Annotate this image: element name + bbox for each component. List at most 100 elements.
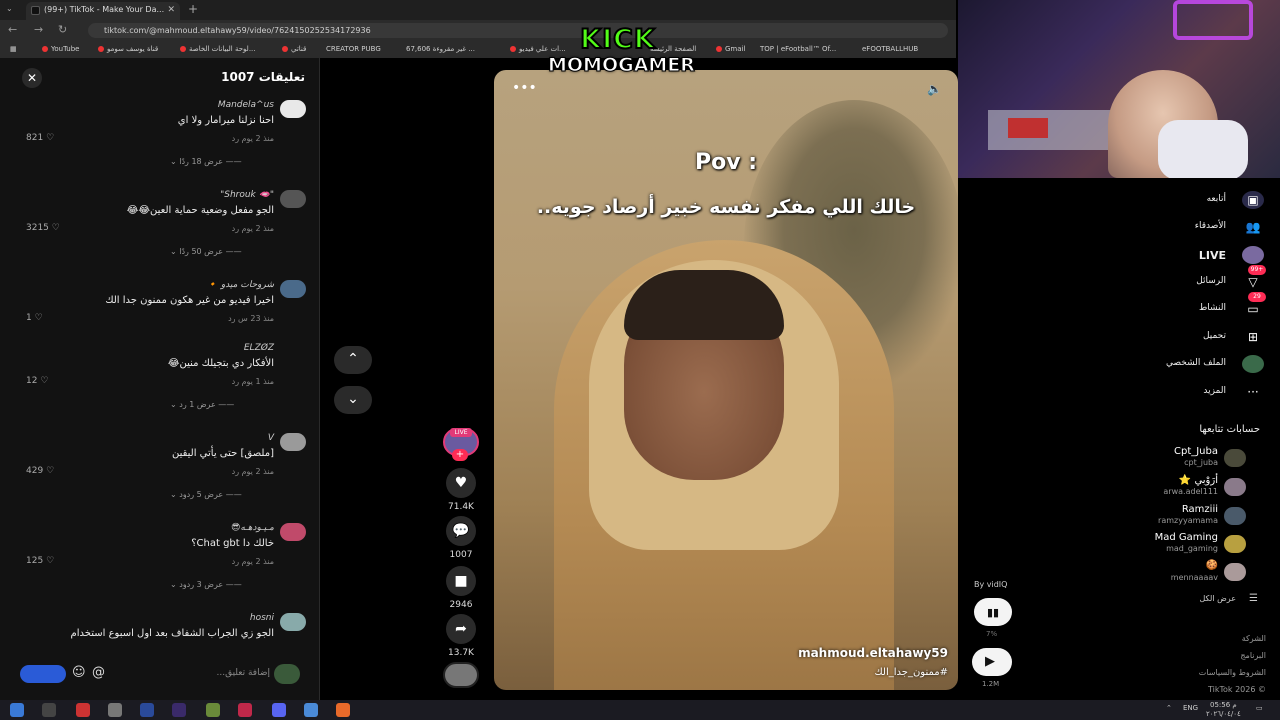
emoji-icon[interactable]: ☺ [72,665,86,680]
share-action[interactable]: ➦ 13.7K [442,614,480,658]
nav-friends[interactable]: الأصدقاء 👥 [1106,216,1266,238]
nav-live[interactable]: LIVE [1106,244,1266,266]
photoshop-icon[interactable] [140,703,154,717]
nav-activity[interactable]: النشاط ▭ 29 [1106,292,1266,320]
back-icon[interactable]: ← [8,23,17,36]
avatar[interactable] [280,280,306,298]
bookmark-item[interactable]: CREATOR PUBG [326,45,381,53]
bookmark-item[interactable]: Gmail [716,45,745,53]
comment-action[interactable]: 💬 1007 [442,516,480,560]
followed-account[interactable]: Mad Gaming mad_gaming [1112,532,1262,558]
chrome-icon[interactable] [304,703,318,717]
comment-author[interactable]: "🫦 Shrouk" [220,190,274,200]
like-action[interactable]: ♥ 71.4K [442,468,480,512]
view-replies-button[interactable]: —— عرض 50 ردًا ⌄ [170,247,242,256]
footer-link[interactable]: البرنامج [1240,651,1266,660]
follow-plus-button[interactable]: + [452,449,468,461]
video-player[interactable]: ••• 🔈 Pov : خالك اللي مفكر نفسه خبير أرص… [494,70,958,690]
comment-author[interactable]: مـيـودهـه😎 [231,523,274,533]
followed-account[interactable]: Cpt_Juba cpt_juba [1112,446,1262,472]
mention-icon[interactable]: @ [92,665,105,680]
view-replies-button[interactable]: —— عرض 5 ردود ⌄ [170,490,242,499]
vidiq-stats-button[interactable]: ▮▮ [974,598,1012,626]
comment-like-count[interactable]: 1 ♡ [26,313,43,323]
share-arrow-icon[interactable]: ➦ [446,614,476,644]
next-video-button[interactable]: ⌄ [334,386,372,414]
view-replies-button[interactable]: —— عرض 3 ردود ⌄ [170,580,242,589]
comment-author[interactable]: Mandela^us [218,100,274,110]
show-all-link[interactable]: عرض الكل [1199,594,1236,603]
heart-icon[interactable]: ♥ [446,468,476,498]
premiere-icon[interactable] [172,703,186,717]
bookmark-item[interactable]: eFOOTBALLHUB [862,45,918,53]
footer-link[interactable]: الشروط والسياسات [1199,668,1266,677]
nav-upload[interactable]: تحميل ⊞ [1106,326,1266,348]
notification-icon[interactable]: ▭ [1256,704,1263,712]
bookmark-item[interactable]: قناتي [282,45,306,53]
comment-like-count[interactable]: 3215 ♡ [26,223,60,233]
bookmark-item[interactable]: قناة يوسف سومو [98,45,158,53]
music-disc-icon[interactable] [443,662,479,688]
bookmark-item[interactable]: YouTube [42,45,79,53]
app-icon[interactable] [238,703,252,717]
app-icon[interactable] [76,703,90,717]
app-icon[interactable] [206,703,220,717]
comment-meta[interactable]: منذ 2 يوم رد [232,467,274,476]
comment-meta[interactable]: منذ 23 س رد [228,314,274,323]
comment-like-count[interactable]: 821 ♡ [26,133,54,143]
view-replies-button[interactable]: —— عرض 1 رد ⌄ [170,400,234,409]
previous-video-button[interactable]: ⌃ [334,346,372,374]
nav-following[interactable]: أتابعه ▣ [1106,189,1266,211]
followed-account[interactable]: Ramziii ramzyyamama [1112,504,1262,530]
comment-like-count[interactable]: 125 ♡ [26,556,54,566]
avatar[interactable] [280,190,306,208]
clock-time[interactable]: 05:56 م [1210,701,1237,709]
app-icon[interactable] [42,703,56,717]
start-icon[interactable] [10,703,24,717]
comment-author[interactable]: hosni [250,613,274,623]
comment-like-count[interactable]: 429 ♡ [26,466,54,476]
apps-icon[interactable]: ▦ [10,45,17,53]
more-options-icon[interactable]: ••• [512,80,537,96]
tab-search-icon[interactable]: ⌄ [6,4,13,13]
comment-meta[interactable]: منذ 2 يوم رد [232,224,274,233]
comment-meta[interactable]: منذ 2 يوم رد [232,557,274,566]
followed-account[interactable]: 🍪 mennaaaav [1112,560,1262,586]
reload-icon[interactable]: ↻ [58,23,67,36]
view-replies-button[interactable]: —— عرض 18 ردًا ⌄ [170,157,242,166]
comment-author[interactable]: V [268,433,274,443]
clock-date[interactable]: ٢٠٢٦/٠٤/٠٤ [1206,710,1241,718]
comment-meta[interactable]: منذ 1 يوم رد [232,377,274,386]
nav-more[interactable]: المزيد ··· [1106,381,1266,403]
new-tab-button[interactable]: + [188,2,198,16]
play-button[interactable]: ▶ [972,648,1012,676]
comment-author[interactable]: ELZØZ [244,343,274,353]
tab-close-icon[interactable]: ✕ [167,2,175,18]
comment-input[interactable]: إضافة تعليق... [120,668,270,678]
avatar[interactable] [280,613,306,631]
nav-profile[interactable]: الملف الشخصي [1106,353,1266,375]
avatar[interactable] [280,433,306,451]
bookmark-item[interactable]: لوحة البيانات الخاصة... [180,45,256,53]
comment-meta[interactable]: منذ 2 يوم رد [232,134,274,143]
nav-messages[interactable]: الرسائل ▽ 99+ [1106,265,1266,293]
url-field[interactable]: tiktok.com/@mahmoud.eltahawy59/video/762… [88,23,948,38]
footer-link[interactable]: الشركة [1242,634,1266,643]
bookmark-item[interactable]: TOP | eFootball™ Of... [760,45,836,53]
comment-author[interactable]: شروحات ميدو 🔸 [207,280,274,290]
comment-like-count[interactable]: 12 ♡ [26,376,48,386]
app-icon[interactable] [108,703,122,717]
video-author[interactable]: mahmoud.eltahawy59 [798,646,948,660]
language-indicator[interactable]: ENG [1183,704,1198,712]
save-action[interactable]: ■ 2946 [442,566,480,610]
video-hashtag[interactable]: #ممنون_جدا_الك [874,667,948,678]
bookmark-icon[interactable]: ■ [446,566,476,596]
forward-icon[interactable]: → [34,23,43,36]
discord-icon[interactable] [272,703,286,717]
close-comments-button[interactable]: ✕ [22,68,42,88]
browser-tab[interactable]: (99+) TikTok - Make Your Da... ✕ [26,2,180,20]
followed-account[interactable]: أرَوْبي ⭐ arwa.adel111 [1112,475,1262,501]
bookmark-item[interactable]: 67,606 غير مقروءة ... [406,45,475,53]
extension-pill-icon[interactable] [20,665,66,683]
tray-chevron-icon[interactable]: ⌃ [1166,704,1172,712]
